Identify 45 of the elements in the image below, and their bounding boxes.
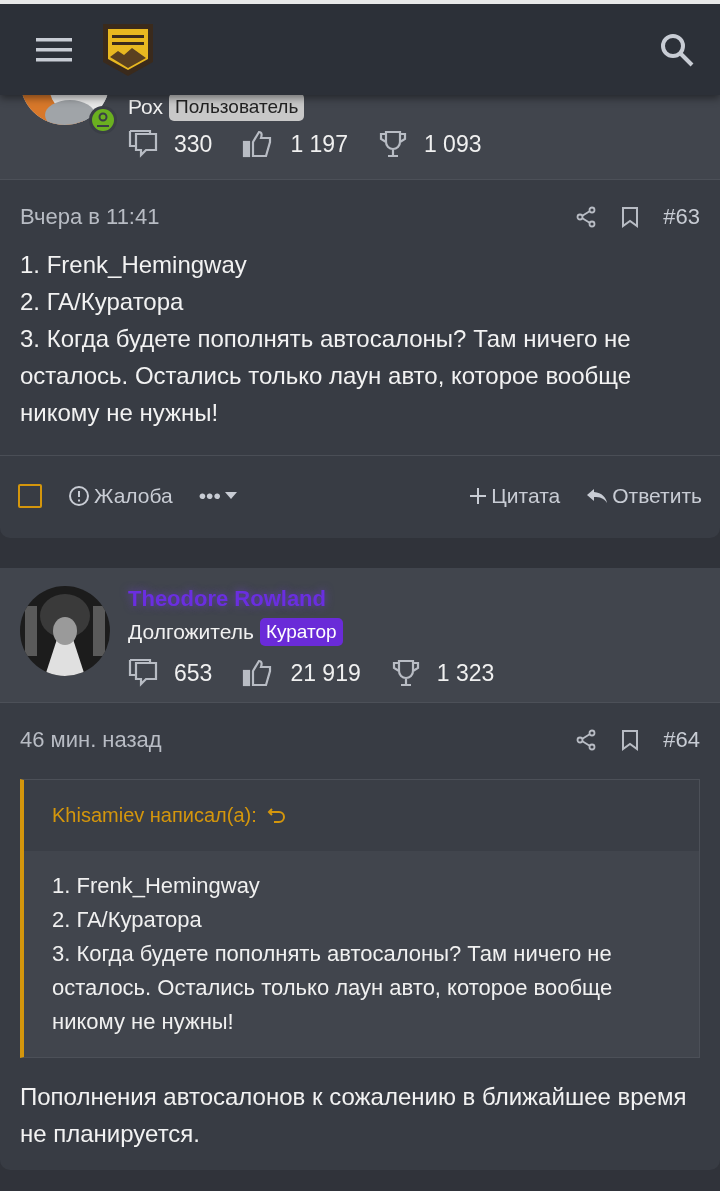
go-to-quote-icon[interactable]	[266, 805, 287, 826]
search-icon	[660, 32, 694, 67]
quote-author[interactable]: Khisamiev написал(а):	[52, 804, 257, 827]
role-label: Пользователь	[169, 93, 305, 121]
share-icon[interactable]	[575, 729, 598, 751]
more-menu-button[interactable]: •••	[198, 484, 237, 508]
quote-text: 1. Frenk_Hemingway	[52, 872, 261, 900]
post-text: 2. ГА/Куратора	[20, 287, 185, 317]
bookmark-icon[interactable]	[621, 206, 640, 228]
caret-icon	[224, 492, 237, 500]
message-count: 653	[174, 659, 213, 687]
user-title: Рох	[128, 95, 164, 119]
user-title: Долгожитель	[128, 620, 254, 644]
message-count: 330	[174, 130, 213, 158]
plus-icon	[469, 487, 488, 505]
post-date[interactable]: 46 мин. назад	[20, 727, 552, 753]
post-date[interactable]: Вчера в 11:41	[20, 204, 552, 230]
share-icon[interactable]	[575, 206, 598, 228]
shield-logo-drawing[interactable]	[102, 22, 154, 77]
points-count: 1 093	[423, 130, 482, 158]
role-label: Куратор	[259, 618, 343, 646]
reply-icon	[586, 487, 609, 505]
post-number[interactable]: #63	[663, 204, 700, 230]
post-text: 3. Когда будете пополнять автосалоны? Там ничего не осталось. Остались только лаун авто, которое вообще никому не нужны!	[20, 324, 633, 428]
menu-button[interactable]	[36, 36, 72, 63]
warning-icon	[68, 485, 90, 507]
search-button[interactable]	[660, 32, 694, 67]
post-text: 1. Frenk_Hemingway	[20, 250, 248, 280]
reply-button[interactable]: Ответить	[586, 484, 702, 508]
messages-icon	[128, 658, 158, 688]
like-count: 21 919	[290, 659, 361, 687]
select-checkbox[interactable]	[18, 484, 42, 508]
menu-icon	[36, 36, 72, 63]
post-text: Пополнения автосалонов к сожалению в ближайшее время не планируется.	[20, 1082, 688, 1149]
points-count: 1 323	[436, 659, 495, 687]
like-count: 1 197	[290, 130, 348, 158]
quote-button[interactable]: Цитата	[469, 484, 561, 508]
report-button[interactable]: Жалоба	[68, 484, 173, 508]
quote-text: 2. ГА/Куратора	[52, 906, 203, 934]
trophy-icon	[390, 658, 421, 688]
bookmark-icon[interactable]	[621, 729, 640, 751]
trophy-icon	[377, 129, 408, 159]
post-number[interactable]: #64	[663, 727, 700, 753]
messages-icon	[128, 129, 158, 159]
quote-text: 3. Когда будете пополнять автосалоны? Там ничего не осталось. Остались только лаун авто, которое вообще никому не нужны!	[52, 940, 614, 1036]
